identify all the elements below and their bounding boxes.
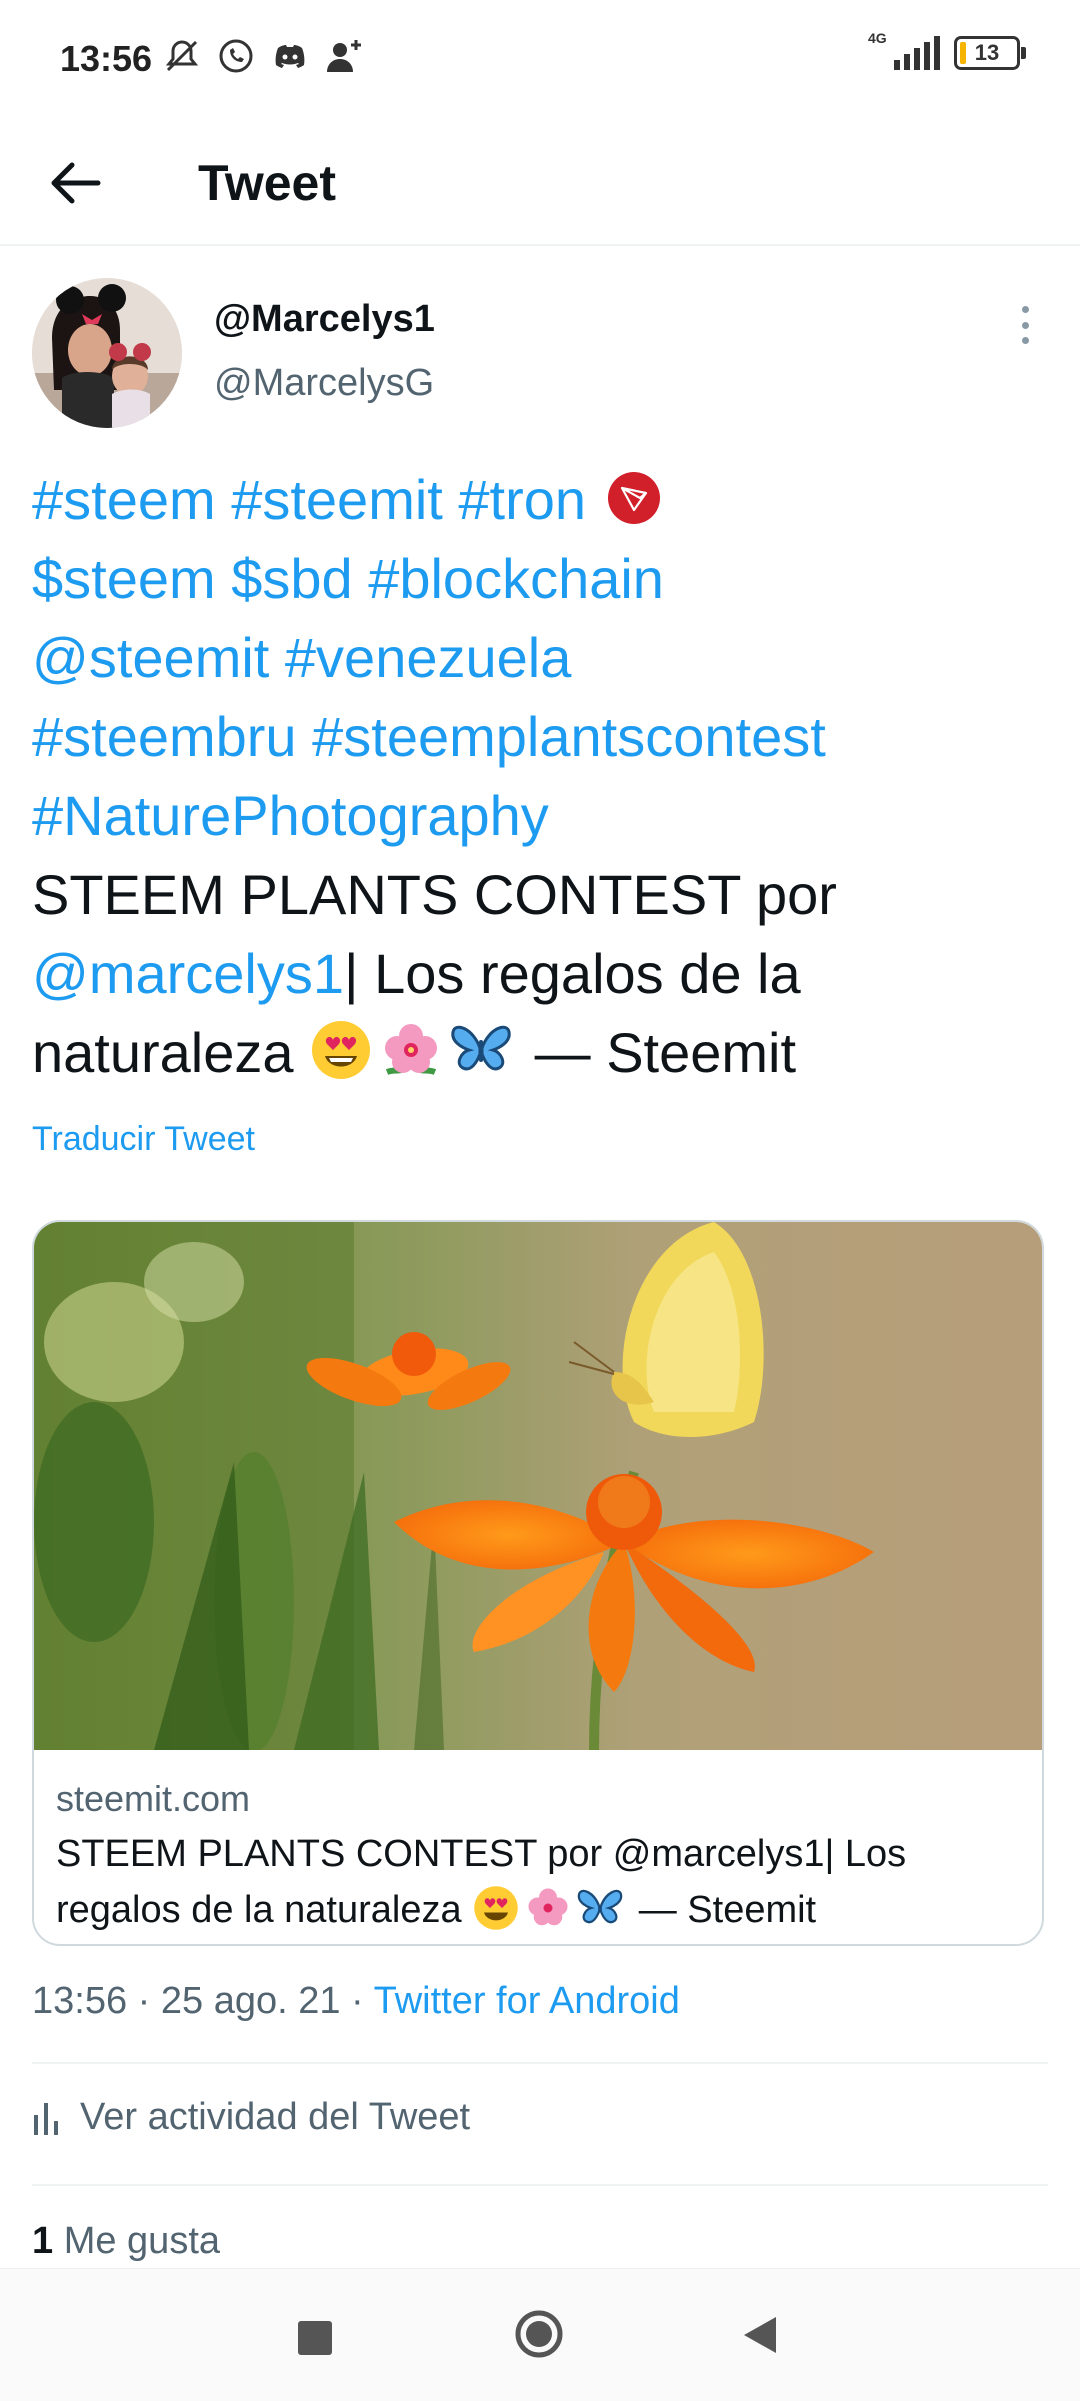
signal-icon: 4G [866,30,940,70]
cashtag-link[interactable]: $sbd [231,547,352,610]
author-handle[interactable]: @MarcelysG [214,362,434,405]
tweet-text: #steem #steemit #tron $steem $sbd #block… [32,460,1042,1092]
hashtag-link[interactable]: #steem [32,468,216,531]
hashtag-link[interactable]: #tron [458,468,586,531]
view-activity-button[interactable]: Ver actividad del Tweet [32,2096,470,2139]
analytics-icon [34,2102,58,2135]
more-vertical-icon [1021,306,1029,313]
notification-icons [162,36,364,76]
tron-icon [607,472,660,524]
battery-level: 13 [974,40,1000,65]
hashtag-link[interactable]: #blockchain [368,547,664,610]
tweet-source-link[interactable]: Twitter for Android [374,1980,680,2022]
divider [32,2184,1048,2186]
card-image [34,1222,1042,1750]
status-bar: 13:56 4G 13 [0,0,1080,120]
separator: · [351,1980,364,2022]
cashtag-link[interactable]: $steem [32,547,216,610]
butterfly-emoji-icon [451,1025,511,1071]
likes-count-link[interactable]: 1 Me gusta [32,2220,220,2263]
heart-eyes-emoji-icon [312,1021,371,1079]
hashtag-link[interactable]: #steembru [32,705,297,768]
tweet-body-text: naturaleza [32,1021,294,1084]
card-domain: steemit.com [56,1778,251,1819]
likes-label: Me gusta [63,2220,221,2262]
home-button[interactable] [514,2309,564,2359]
translate-tweet-link[interactable]: Traducir Tweet [32,1120,255,1159]
back-button[interactable] [40,147,112,219]
arrow-left-icon [51,162,101,204]
avatar[interactable] [32,278,182,428]
more-options-button[interactable] [1010,300,1040,350]
divider [32,2062,1048,2064]
mention-link[interactable]: @marcelys1 [32,942,344,1005]
tweet-time: 13:56 [32,1980,128,2022]
mute-icon [162,36,202,76]
tweet-body-text: | Los regalos de la [344,942,801,1005]
tweet-timestamp: 13:56 · 25 ago. 21 · Twitter for Android [32,1980,680,2023]
network-type: 4G [868,30,887,46]
hibiscus-emoji-icon [528,1888,568,1926]
hashtag-link[interactable]: #NaturePhotography [32,784,549,847]
status-time: 13:56 [60,38,153,79]
page-title: Tweet [198,155,336,211]
battery-icon: 13 [954,36,1026,70]
whatsapp-icon [216,36,256,76]
card-title: STEEM PLANTS CONTEST por @marcelys1| Los… [56,1826,1016,1938]
link-preview-card[interactable]: steemit.com STEEM PLANTS CONTEST por @ma… [32,1220,1044,1946]
heart-eyes-emoji-icon [474,1886,518,1930]
hashtag-link[interactable]: #steemplantscontest [312,705,826,768]
add-person-icon [324,36,364,76]
view-activity-label: Ver actividad del Tweet [80,2096,471,2138]
system-navigation-bar [0,2268,1080,2401]
separator: · [137,1980,151,2022]
hashtag-link[interactable]: #venezuela [285,626,571,689]
butterfly-emoji-icon [577,1889,623,1924]
recent-apps-button[interactable] [298,2321,332,2355]
card-title-text: — Steemit [638,1889,817,1931]
discord-icon [270,36,310,76]
tweet-body-text: STEEM PLANTS CONTEST por [32,863,837,926]
nav-back-button[interactable] [740,2313,780,2357]
mention-link[interactable]: @steemit [32,626,269,689]
hibiscus-emoji-icon [385,1024,438,1075]
hashtag-link[interactable]: #steemit [231,468,443,531]
app-header: Tweet [0,122,1080,246]
author-display-name[interactable]: @Marcelys1 [214,298,435,341]
likes-count: 1 [32,2220,54,2262]
tweet-body-text: — Steemit [534,1021,797,1084]
system-indicators: 4G 13 [866,30,1026,70]
tweet-date: 25 ago. 21 [160,1980,341,2022]
